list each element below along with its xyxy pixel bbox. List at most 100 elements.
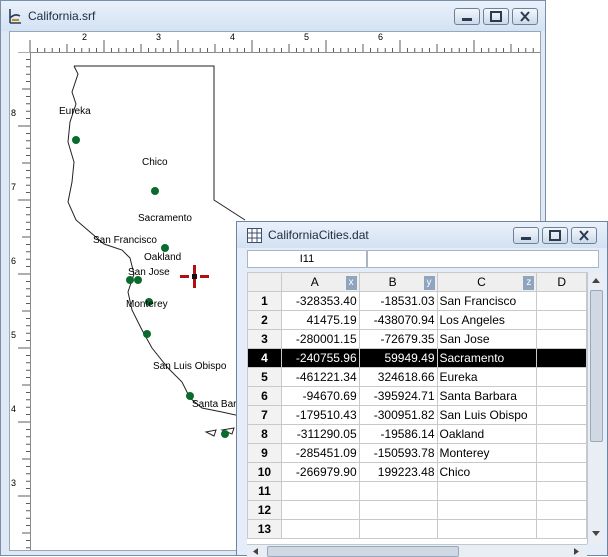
table-row[interactable]: 12 <box>247 500 587 520</box>
cell[interactable] <box>436 500 538 520</box>
city-point[interactable] <box>221 430 229 438</box>
cell[interactable] <box>536 329 587 349</box>
row-header[interactable]: 2 <box>247 310 282 330</box>
cell[interactable]: -300951.82 <box>358 405 438 425</box>
cell[interactable]: 324618.66 <box>358 367 438 387</box>
worksheet-close-button[interactable] <box>571 227 597 244</box>
row-header[interactable]: 7 <box>247 405 282 425</box>
vertical-scroll-thumb[interactable] <box>590 290 603 442</box>
table-row[interactable]: 1 -328353.40 -18531.03 San Francisco <box>247 291 587 311</box>
cell[interactable]: Eureka <box>436 367 538 387</box>
cell[interactable]: San Luis Obispo <box>436 405 538 425</box>
table-row[interactable]: 6 -94670.69 -395924.71 Santa Barbara <box>247 386 587 406</box>
horizontal-scroll-thumb[interactable] <box>267 546 459 557</box>
table-row[interactable]: 3 -280001.15 -72679.35 San Jose <box>247 329 587 349</box>
cell[interactable] <box>536 310 587 330</box>
vertical-ruler[interactable]: 8 7 6 5 4 3 <box>10 52 31 550</box>
table-row[interactable]: 10 -266979.90 199223.48 Chico <box>247 462 587 482</box>
cell[interactable]: Monterey <box>436 443 538 463</box>
worksheet-minimize-button[interactable] <box>513 227 539 244</box>
row-header[interactable]: 5 <box>247 367 282 387</box>
cell-reference-box[interactable]: I11 <box>247 250 367 268</box>
cell[interactable] <box>536 443 587 463</box>
cell[interactable]: -240755.96 <box>280 348 360 368</box>
row-header[interactable]: 12 <box>247 500 282 520</box>
cell[interactable]: Oakland <box>436 424 538 444</box>
row-header[interactable]: 1 <box>247 291 282 311</box>
city-point[interactable] <box>72 136 80 144</box>
cell[interactable] <box>280 481 360 501</box>
cell[interactable]: Los Angeles <box>436 310 538 330</box>
horizontal-scrollbar[interactable] <box>247 544 587 557</box>
table-row-selected[interactable]: 4 -240755.96 59949.49 Sacramento <box>247 348 587 368</box>
table-row[interactable]: 8 -311290.05 -19586.14 Oakland <box>247 424 587 444</box>
column-header-d[interactable]: D <box>536 272 587 292</box>
cell[interactable]: -438070.94 <box>358 310 438 330</box>
minimize-button[interactable] <box>454 8 480 25</box>
cell[interactable]: -311290.05 <box>280 424 360 444</box>
main-titlebar[interactable]: California.srf <box>1 1 545 31</box>
cell[interactable]: San Jose <box>436 329 538 349</box>
cell[interactable]: -285451.09 <box>280 443 360 463</box>
cell[interactable]: -19586.14 <box>358 424 438 444</box>
scroll-down-arrow-icon[interactable] <box>591 530 601 538</box>
cell[interactable] <box>358 519 438 539</box>
cell[interactable] <box>280 500 360 520</box>
table-row[interactable]: 11 <box>247 481 587 501</box>
close-button[interactable] <box>512 8 538 25</box>
cell[interactable]: -461221.34 <box>280 367 360 387</box>
select-all-corner[interactable] <box>247 272 282 292</box>
cell[interactable] <box>536 424 587 444</box>
row-header[interactable]: 10 <box>247 462 282 482</box>
table-row[interactable]: 2 41475.19 -438070.94 Los Angeles <box>247 310 587 330</box>
cell[interactable]: 59949.49 <box>358 348 438 368</box>
cell[interactable]: -266979.90 <box>280 462 360 482</box>
cell[interactable] <box>536 462 587 482</box>
cell[interactable] <box>536 481 587 501</box>
cell[interactable] <box>358 481 438 501</box>
column-header-b[interactable]: By <box>358 272 438 292</box>
cell[interactable]: -328353.40 <box>280 291 360 311</box>
city-point[interactable] <box>151 187 159 195</box>
cell[interactable] <box>436 481 538 501</box>
row-header[interactable]: 11 <box>247 481 282 501</box>
cell[interactable] <box>536 519 587 539</box>
scroll-up-arrow-icon[interactable] <box>591 276 601 284</box>
table-row[interactable]: 7 -179510.43 -300951.82 San Luis Obispo <box>247 405 587 425</box>
column-header-a[interactable]: Ax <box>280 272 360 292</box>
scroll-left-arrow-icon[interactable] <box>251 547 259 556</box>
cell[interactable]: 41475.19 <box>280 310 360 330</box>
cell[interactable]: -72679.35 <box>358 329 438 349</box>
row-header[interactable]: 6 <box>247 386 282 406</box>
horizontal-ruler[interactable]: 2 3 4 5 6 <box>10 32 540 53</box>
cell[interactable] <box>436 519 538 539</box>
cell[interactable] <box>536 348 587 368</box>
vertical-scrollbar[interactable] <box>587 272 604 544</box>
cell[interactable] <box>358 500 438 520</box>
table-row[interactable]: 5 -461221.34 324618.66 Eureka <box>247 367 587 387</box>
cell[interactable] <box>536 291 587 311</box>
row-header[interactable]: 13 <box>247 519 282 539</box>
cell[interactable]: -280001.15 <box>280 329 360 349</box>
worksheet-titlebar[interactable]: CaliforniaCities.dat <box>237 222 607 248</box>
scroll-right-arrow-icon[interactable] <box>573 547 581 556</box>
cell[interactable] <box>536 405 587 425</box>
row-header[interactable]: 8 <box>247 424 282 444</box>
worksheet-maximize-button[interactable] <box>542 227 568 244</box>
cell[interactable]: -179510.43 <box>280 405 360 425</box>
cell[interactable]: Sacramento <box>436 348 538 368</box>
cell[interactable]: -395924.71 <box>358 386 438 406</box>
row-header[interactable]: 4 <box>247 348 282 368</box>
cell[interactable]: -94670.69 <box>280 386 360 406</box>
cell[interactable]: -18531.03 <box>358 291 438 311</box>
cell[interactable] <box>536 386 587 406</box>
cell[interactable]: -150593.78 <box>358 443 438 463</box>
row-header[interactable]: 9 <box>247 443 282 463</box>
cell[interactable] <box>536 500 587 520</box>
maximize-button[interactable] <box>483 8 509 25</box>
worksheet-grid[interactable]: Ax By Cz D 1 -328353.40 -18531.03 San Franc… <box>247 272 587 544</box>
cell[interactable] <box>536 367 587 387</box>
column-header-c[interactable]: Cz <box>436 272 538 292</box>
cell[interactable]: Santa Barbara <box>436 386 538 406</box>
table-row[interactable]: 9 -285451.09 -150593.78 Monterey <box>247 443 587 463</box>
